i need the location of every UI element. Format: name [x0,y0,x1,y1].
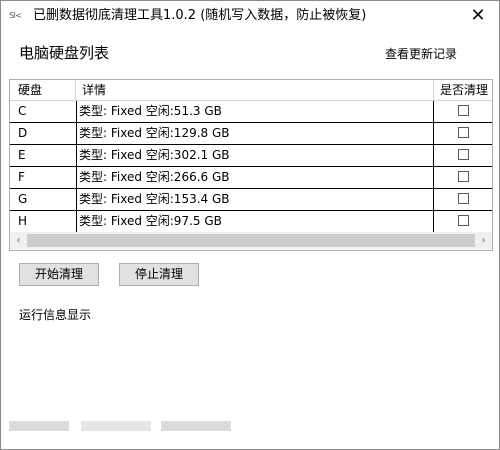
changelog-link[interactable]: 查看更新记录 [385,46,457,62]
drive-letter: C [10,101,76,123]
title-bar: Sl< 已删数据彻底清理工具1.0.2 (随机写入数据，防止被恢复) ✕ [1,1,499,31]
scroll-left-icon[interactable]: ‹ [10,232,27,249]
drive-detail: 类型: Fixed 空闲:266.6 GB [76,167,434,189]
table-row[interactable]: F 类型: Fixed 空闲:266.6 GB [10,167,492,189]
window-title: 已删数据彻底清理工具1.0.2 (随机写入数据，防止被恢复) [33,8,367,23]
table-row[interactable]: C 类型: Fixed 空闲:51.3 GB [10,101,492,123]
disk-list-heading: 电脑硬盘列表 [19,44,110,62]
column-header-drive[interactable]: 硬盘 [10,80,76,100]
drive-detail: 类型: Fixed 空闲:51.3 GB [76,101,434,123]
clean-checkbox-cell [434,211,492,233]
column-header-detail[interactable]: 详情 [76,80,434,100]
drive-letter: G [10,189,76,211]
disk-list[interactable]: 硬盘 详情 是否清理 C 类型: Fixed 空闲:51.3 GB D 类型: … [9,79,493,251]
blurred-watermark [9,421,69,431]
horizontal-scrollbar[interactable]: ‹ › [10,232,492,249]
clean-checkbox-cell [434,167,492,189]
blurred-watermark [81,421,151,431]
clean-checkbox-cell [434,101,492,123]
drive-letter: H [10,211,76,233]
scroll-right-icon[interactable]: › [475,232,492,249]
table-row[interactable]: D 类型: Fixed 空闲:129.8 GB [10,123,492,145]
clean-checkbox[interactable] [458,215,469,226]
column-header-clean[interactable]: 是否清理 [434,80,492,100]
stop-clean-button[interactable]: 停止清理 [119,263,199,286]
drive-detail: 类型: Fixed 空闲:97.5 GB [76,211,434,233]
drive-letter: D [10,123,76,145]
close-icon[interactable]: ✕ [465,4,491,28]
disk-list-header: 硬盘 详情 是否清理 [10,80,492,101]
clean-checkbox-cell [434,189,492,211]
clean-checkbox-cell [434,123,492,145]
start-clean-button[interactable]: 开始清理 [19,263,99,286]
drive-letter: F [10,167,76,189]
clean-checkbox[interactable] [458,171,469,182]
drive-detail: 类型: Fixed 空闲:153.4 GB [76,189,434,211]
drive-detail: 类型: Fixed 空闲:302.1 GB [76,145,434,167]
scrollbar-thumb[interactable] [27,234,475,247]
clean-checkbox-cell [434,145,492,167]
app-icon: Sl< [9,11,22,20]
clean-checkbox[interactable] [458,193,469,204]
clean-checkbox[interactable] [458,149,469,160]
drive-detail: 类型: Fixed 空闲:129.8 GB [76,123,434,145]
run-info-display: 运行信息显示 [19,308,92,322]
table-row[interactable]: G 类型: Fixed 空闲:153.4 GB [10,189,492,211]
drive-letter: E [10,145,76,167]
clean-checkbox[interactable] [458,127,469,138]
blurred-watermark [161,421,231,431]
app-window: Sl< 已删数据彻底清理工具1.0.2 (随机写入数据，防止被恢复) ✕ 电脑硬… [0,0,500,450]
clean-checkbox[interactable] [458,105,469,116]
table-row[interactable]: E 类型: Fixed 空闲:302.1 GB [10,145,492,167]
table-row[interactable]: H 类型: Fixed 空闲:97.5 GB [10,211,492,233]
